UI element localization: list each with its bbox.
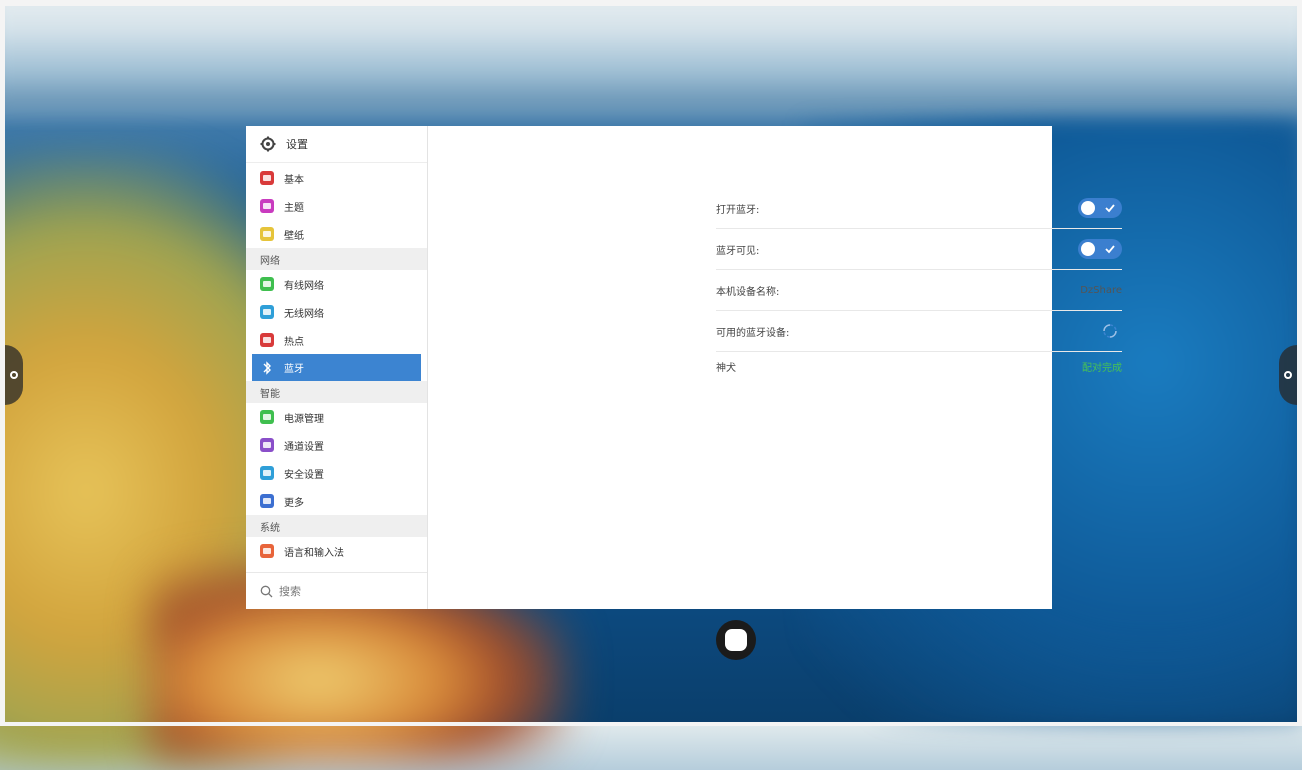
section-network: 网络 <box>246 248 427 270</box>
bluetooth-visible-label: 蓝牙可见: <box>716 245 760 257</box>
sidebar-item-bluetooth[interactable]: 蓝牙 <box>252 354 421 381</box>
sidebar-item-wired-network[interactable]: 有线网络 <box>246 270 427 298</box>
sidebar-item-security[interactable]: 安全设置 <box>246 459 427 487</box>
sidebar-item-theme[interactable]: 主题 <box>246 192 427 220</box>
channel-icon <box>260 438 274 452</box>
sidebar-item-label: 热点 <box>284 336 304 348</box>
sidebar-item-wallpaper[interactable]: 壁纸 <box>246 220 427 248</box>
home-button[interactable] <box>716 620 756 660</box>
settings-sidebar: 设置 基本 主题 壁纸 网络 有线网络 无线网络 热点 蓝牙 智能 电源管理 通… <box>246 126 428 609</box>
basic-icon <box>260 171 274 185</box>
theme-icon <box>260 199 274 213</box>
check-icon <box>1105 245 1115 254</box>
sidebar-item-channel[interactable]: 通道设置 <box>246 431 427 459</box>
sidebar-item-label: 主题 <box>284 202 304 214</box>
left-side-handle[interactable] <box>5 345 23 405</box>
sidebar-item-language[interactable]: 语言和输入法 <box>246 537 427 565</box>
bluetooth-settings-panel: 打开蓝牙: 蓝牙可见: 本机设备名称: DzShare 可用的蓝牙设备: 神犬 … <box>428 126 1122 609</box>
wifi-icon <box>260 305 274 319</box>
check-icon <box>1105 204 1115 213</box>
bluetooth-settings-list: 打开蓝牙: 蓝牙可见: 本机设备名称: DzShare 可用的蓝牙设备: 神犬 … <box>716 188 1122 380</box>
bluetooth-icon <box>260 360 274 375</box>
sidebar-item-label: 电源管理 <box>284 413 324 425</box>
device-name-value: DzShare <box>1080 284 1122 296</box>
sidebar-item-label: 有线网络 <box>284 280 324 292</box>
pairing-status: 配对完成 <box>1082 362 1122 374</box>
sidebar-item-more[interactable]: 更多 <box>246 487 427 515</box>
available-devices-label: 可用的蓝牙设备: <box>716 327 790 339</box>
sidebar-item-label: 安全设置 <box>284 469 324 481</box>
sidebar-item-label: 更多 <box>284 497 304 509</box>
refresh-icon[interactable] <box>1102 323 1118 339</box>
sidebar-item-label: 语言和输入法 <box>284 547 344 559</box>
sidebar-item-hotspot[interactable]: 热点 <box>246 326 427 354</box>
more-icon <box>260 494 274 508</box>
gear-icon <box>260 136 276 152</box>
search-placeholder: 搜索 <box>279 585 301 598</box>
settings-window: 设置 基本 主题 壁纸 网络 有线网络 无线网络 热点 蓝牙 智能 电源管理 通… <box>246 126 1122 609</box>
bluetooth-device-row[interactable]: 神犬 配对完成 <box>716 352 1122 380</box>
device-name-label: 本机设备名称: <box>716 286 780 298</box>
bluetooth-visible-row: 蓝牙可见: <box>716 229 1122 270</box>
language-icon <box>260 544 274 558</box>
sidebar-item-basic[interactable]: 基本 <box>246 164 427 192</box>
search-input[interactable]: 搜索 <box>246 572 427 609</box>
bluetooth-open-label: 打开蓝牙: <box>716 204 760 216</box>
bluetooth-open-row: 打开蓝牙: <box>716 188 1122 229</box>
section-smart: 智能 <box>246 381 427 403</box>
search-icon <box>260 585 273 597</box>
wired-network-icon <box>260 277 274 291</box>
sidebar-header: 设置 <box>246 126 427 163</box>
hotspot-icon <box>260 333 274 347</box>
sidebar-item-label: 无线网络 <box>284 308 324 320</box>
sidebar-item-power[interactable]: 电源管理 <box>246 403 427 431</box>
power-icon <box>260 410 274 424</box>
sidebar-item-label: 壁纸 <box>284 230 304 242</box>
available-devices-row: 可用的蓝牙设备: <box>716 311 1122 352</box>
sidebar-item-label: 蓝牙 <box>284 364 304 375</box>
sidebar-item-label: 通道设置 <box>284 441 324 453</box>
section-system: 系统 <box>246 515 427 537</box>
device-name-row[interactable]: 本机设备名称: DzShare <box>716 270 1122 311</box>
sidebar-item-wifi[interactable]: 无线网络 <box>246 298 427 326</box>
bluetooth-visible-toggle[interactable] <box>1078 239 1122 259</box>
bluetooth-device-name: 神犬 <box>716 362 736 374</box>
bluetooth-open-toggle[interactable] <box>1078 198 1122 218</box>
right-side-handle[interactable] <box>1279 345 1297 405</box>
sidebar-item-label: 基本 <box>284 174 304 186</box>
page-title: 设置 <box>286 138 308 151</box>
sidebar-menu: 基本 主题 壁纸 网络 有线网络 无线网络 热点 蓝牙 智能 电源管理 通道设置… <box>246 164 427 565</box>
wallpaper-icon <box>260 227 274 241</box>
security-icon <box>260 466 274 480</box>
